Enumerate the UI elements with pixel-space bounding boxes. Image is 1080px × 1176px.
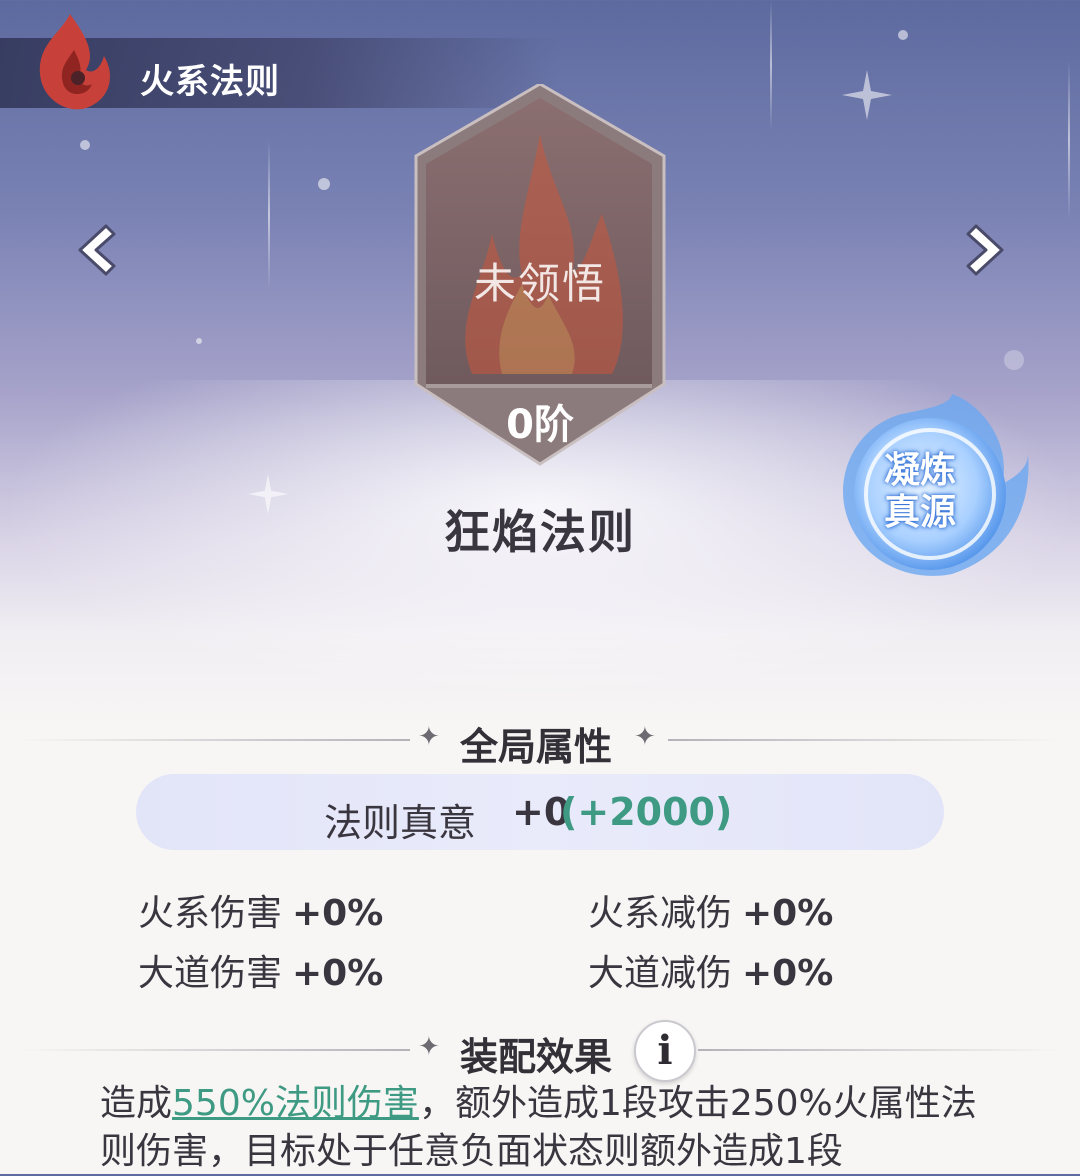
stat-value: +0% [292,893,384,934]
stat-value: +0% [292,953,384,994]
info-button[interactable]: i [634,1020,696,1082]
stat-fire-reduction: 火系减伤 +0% [588,884,833,936]
divider [20,1049,410,1051]
light-streak [770,0,772,130]
emblem-status: 未领悟 [473,259,606,308]
section-title-equip-effect: 装配效果 [460,1035,613,1079]
stat-dao-reduction: 大道减伤 +0% [588,944,833,996]
light-streak [1068,60,1070,220]
star [80,140,90,150]
main-stat-label: 法则真意 [324,801,477,845]
main-stat-bonus: (+2000) [560,790,733,834]
stat-label: 大道伤害 [138,953,283,994]
desc-text: 造成 [100,1083,173,1124]
desc-text: ，额外造成1段攻击250%火属性法 [418,1083,977,1124]
condense-label-line2: 真源 [883,492,956,533]
star [1004,350,1024,370]
prev-law-button[interactable] [70,220,120,280]
stat-dao-damage: 大道伤害 +0% [138,944,383,996]
star [196,338,202,344]
stat-label: 大道减伤 [588,953,733,994]
equip-effect-description: 造成550%法则伤害，额外造成1段攻击250%火属性法 则伤害，目标处于任意负面… [100,1080,1000,1176]
stat-value: +0% [742,893,834,934]
stat-label: 火系减伤 [588,893,733,934]
stat-value: +0% [742,953,834,994]
stat-label: 火系伤害 [138,893,283,934]
emblem-rank: 0阶 [506,402,574,448]
desc-text: 则伤害，目标处于任意负面状态则额外造成1段 [100,1131,843,1172]
condense-label-line1: 凝炼 [883,450,956,491]
divider [668,739,1060,741]
diamond-icon: ✦ [418,722,440,752]
diamond-icon: ✦ [634,722,656,752]
star [898,30,908,40]
divider [20,739,410,741]
section-title-global-attributes: 全局属性 [460,725,613,769]
divider [698,1049,1060,1051]
fire-swirl-icon [39,14,110,110]
next-law-button[interactable] [962,220,1012,280]
condense-label: 凝炼 真源 [868,450,972,534]
sparkle-icon [842,70,892,120]
light-streak [268,140,270,290]
page-title: 火系法则 [140,62,280,102]
star [318,178,330,190]
stat-fire-damage: 火系伤害 +0% [138,884,383,936]
diamond-icon: ✦ [418,1032,440,1062]
damage-link[interactable]: 550%法则伤害 [172,1083,419,1124]
